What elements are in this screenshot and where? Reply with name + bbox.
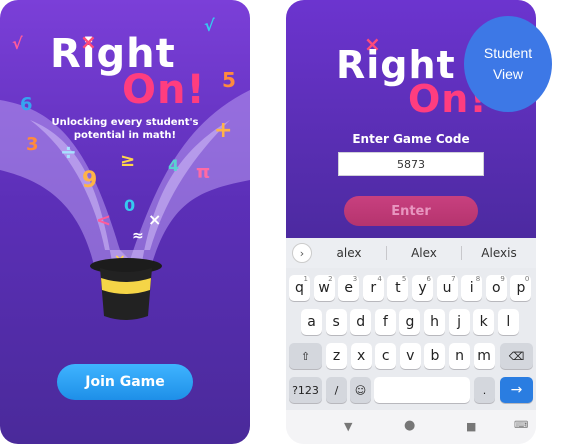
plus-symbol-icon: + (214, 118, 233, 143)
key-hint: 7 (451, 275, 456, 283)
game-code-label: Enter Game Code (352, 132, 470, 146)
key-hint: 2 (328, 275, 333, 283)
logo: Right On! (50, 34, 206, 110)
pi-symbol-icon: π (196, 162, 211, 183)
x-symbol-icon: × (148, 210, 162, 229)
key-v[interactable]: v (399, 343, 421, 369)
key-a[interactable]: a (301, 309, 322, 335)
approx-symbol-icon: ≈ (132, 228, 144, 244)
enter-arrow-icon[interactable]: → (500, 377, 533, 403)
key-hint: 6 (426, 275, 431, 283)
mode-key[interactable]: ?123 (289, 377, 322, 403)
emoji-icon[interactable]: ☺ (350, 377, 371, 403)
sqrt-symbol-icon: √ (12, 34, 23, 53)
key-e[interactable]: e3 (338, 275, 360, 301)
division-symbol-icon: ÷ (60, 140, 77, 164)
enter-button[interactable]: Enter (344, 196, 478, 226)
x-symbol-icon: × (80, 30, 97, 54)
digit-6-icon: 6 (20, 94, 33, 115)
key-i[interactable]: i8 (461, 275, 483, 301)
left-phone-screen: Right On! × Unlocking every student's po… (0, 0, 250, 444)
key-d[interactable]: d (350, 309, 372, 335)
shift-icon[interactable]: ⇧ (289, 343, 322, 369)
chevron-right-icon[interactable]: › (292, 243, 312, 263)
join-game-button[interactable]: Join Game (57, 364, 193, 400)
key-j[interactable]: j (448, 309, 470, 335)
tagline-line1: Unlocking every student's (51, 117, 199, 128)
key-c[interactable]: c (375, 343, 397, 369)
key-hint: 5 (401, 275, 407, 283)
suggestion-bar: › alex Alex Alexis (286, 238, 536, 268)
key-h[interactable]: h (424, 309, 445, 335)
logo-word-on: On! (408, 77, 488, 121)
key-hint: 4 (377, 275, 382, 283)
sqrt-symbol-icon: √ (204, 16, 215, 35)
digit-4-icon: 4 (168, 156, 180, 175)
digit-0-icon: 0 (124, 196, 136, 215)
nav-recents-icon[interactable]: ■ (466, 420, 476, 433)
digit-5-icon: 5 (222, 68, 236, 92)
key-p[interactable]: p0 (510, 275, 532, 301)
key-hint: 3 (352, 275, 358, 283)
nav-home-icon[interactable]: ● (404, 418, 415, 433)
digit-3-icon: 3 (26, 134, 39, 155)
period-key[interactable]: . (474, 377, 495, 403)
suggestion-item[interactable]: Alexis (462, 246, 536, 260)
less-than-symbol-icon: < (96, 210, 112, 231)
geq-symbol-icon: ≥ (120, 150, 136, 171)
key-t[interactable]: t5 (387, 275, 409, 301)
key-u[interactable]: u7 (436, 275, 458, 301)
suggestion-item[interactable]: alex (312, 246, 386, 260)
key-f[interactable]: f (374, 309, 396, 335)
key-hint: 8 (475, 275, 481, 283)
nav-keyboard-icon[interactable]: ⌨ (514, 420, 528, 431)
key-hint: 1 (303, 275, 308, 283)
game-code-input[interactable]: 5873 (338, 152, 484, 176)
student-view-badge: Student View (464, 16, 552, 112)
badge-line2: View (492, 66, 524, 82)
badge-line1: Student (483, 45, 533, 61)
key-r[interactable]: r4 (362, 275, 384, 301)
key-hint: 9 (500, 275, 505, 283)
slash-key[interactable]: / (326, 377, 347, 403)
key-m[interactable]: m (473, 343, 495, 369)
suggestion-item[interactable]: Alex (387, 246, 461, 260)
key-b[interactable]: b (424, 343, 446, 369)
key-s[interactable]: s (325, 309, 347, 335)
key-o[interactable]: o9 (485, 275, 507, 301)
top-hat-icon (90, 258, 162, 320)
key-hint: 0 (524, 275, 530, 283)
digit-9-icon: 9 (82, 168, 98, 193)
key-x[interactable]: x (350, 343, 372, 369)
key-q[interactable]: q1 (289, 275, 310, 301)
key-g[interactable]: g (399, 309, 421, 335)
spacebar[interactable] (374, 377, 470, 403)
nav-back-icon[interactable]: ▼ (344, 420, 352, 433)
backspace-icon[interactable]: ⌫ (500, 343, 533, 369)
key-y[interactable]: y6 (412, 275, 433, 301)
key-k[interactable]: k (473, 309, 495, 335)
key-n[interactable]: n (449, 343, 470, 369)
key-w[interactable]: w2 (313, 275, 335, 301)
logo-word-on: On! (122, 67, 206, 113)
key-z[interactable]: z (326, 343, 347, 369)
key-l[interactable]: l (497, 309, 519, 335)
